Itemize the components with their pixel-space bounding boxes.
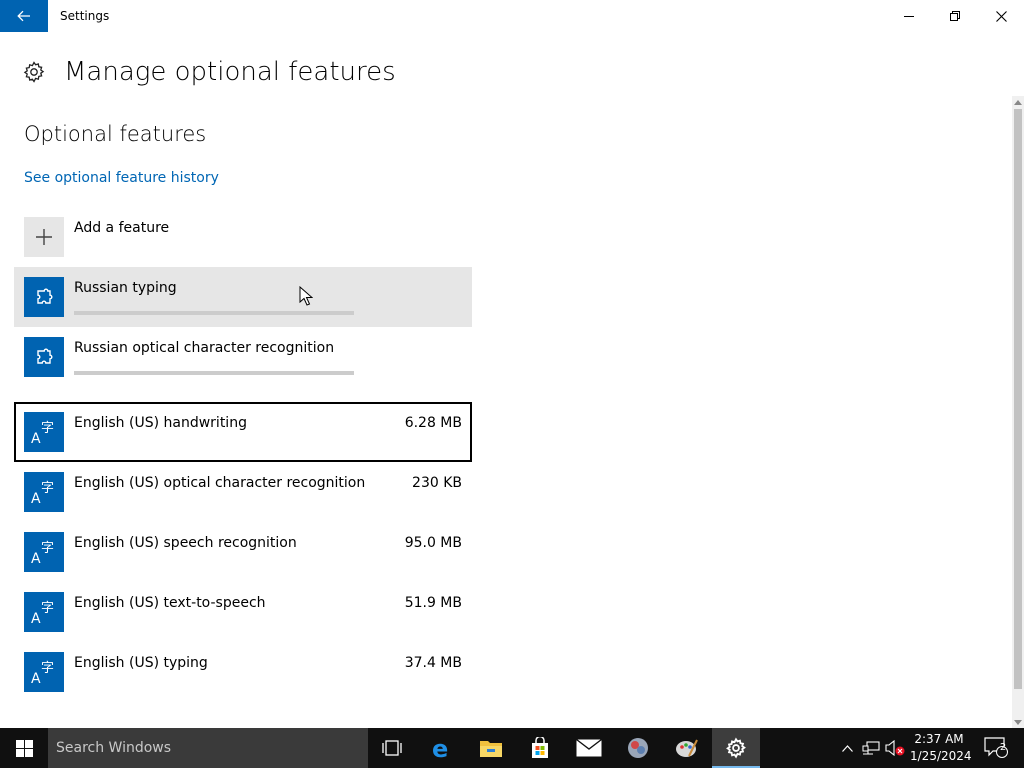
feature-history-link[interactable]: See optional feature history xyxy=(24,168,219,188)
puzzle-icon xyxy=(24,337,64,377)
title-bar: Settings xyxy=(0,0,1024,32)
gear-icon xyxy=(23,61,45,83)
feature-name: English (US) handwriting xyxy=(74,415,247,431)
install-progress-bar xyxy=(74,371,354,375)
feature-size: 230 KB xyxy=(412,475,462,491)
scroll-down-arrow-icon[interactable] xyxy=(1012,716,1024,728)
windows-logo-icon xyxy=(15,739,33,757)
add-feature-button[interactable]: Add a feature xyxy=(14,207,472,267)
file-explorer-icon xyxy=(480,741,502,757)
svg-text:字: 字 xyxy=(41,421,54,436)
feature-english-typing[interactable]: A字 English (US) typing 37.4 MB xyxy=(14,642,472,702)
puzzle-icon xyxy=(24,277,64,317)
close-icon xyxy=(995,10,1007,22)
feature-russian-typing[interactable]: Russian typing xyxy=(14,267,472,327)
svg-text:字: 字 xyxy=(41,481,54,496)
file-explorer-button[interactable] xyxy=(467,728,515,768)
network-icon xyxy=(862,741,880,755)
action-center-button[interactable]: 2 xyxy=(976,728,1016,768)
paint-icon xyxy=(676,739,698,757)
plus-icon xyxy=(24,217,64,257)
feature-russian-ocr[interactable]: Russian optical character recognition xyxy=(14,327,472,387)
feature-size: 37.4 MB xyxy=(404,655,462,671)
page-title: Manage optional features xyxy=(64,57,396,87)
feature-english-handwriting[interactable]: A字 English (US) handwriting 6.28 MB xyxy=(14,402,472,462)
mail-icon xyxy=(576,739,602,757)
feature-size: 6.28 MB xyxy=(404,415,462,431)
back-button[interactable] xyxy=(0,0,48,32)
section-title: Optional features xyxy=(24,122,207,146)
feature-size: 95.0 MB xyxy=(404,535,462,551)
install-progress-bar xyxy=(74,311,354,315)
minimize-button[interactable] xyxy=(886,0,932,32)
restore-icon xyxy=(950,11,960,21)
feature-english-speech[interactable]: A字 English (US) speech recognition 95.0 … xyxy=(14,522,472,582)
volume-button[interactable] xyxy=(884,728,906,768)
edge-icon: e xyxy=(432,736,448,760)
language-icon: A字 xyxy=(24,472,64,512)
back-arrow-icon xyxy=(17,10,30,22)
store-icon xyxy=(532,737,548,758)
svg-text:A: A xyxy=(31,611,41,626)
start-button[interactable] xyxy=(0,728,48,768)
language-icon: A字 xyxy=(24,412,64,452)
svg-text:字: 字 xyxy=(41,541,54,556)
edge-button[interactable]: e xyxy=(418,728,466,768)
svg-text:A: A xyxy=(31,671,41,686)
store-button[interactable] xyxy=(516,728,564,768)
app-icon xyxy=(628,738,648,758)
feature-name: Russian optical character recognition xyxy=(74,340,335,356)
clock-time: 2:37 AM xyxy=(914,732,964,746)
paint-button[interactable] xyxy=(663,728,711,768)
clock[interactable]: 2:37 AM 1/25/2024 xyxy=(910,728,972,768)
settings-taskbar-button[interactable] xyxy=(712,728,760,768)
task-view-button[interactable] xyxy=(368,728,416,768)
feature-english-ocr[interactable]: A字 English (US) optical character recogn… xyxy=(14,462,472,522)
scroll-up-arrow-icon[interactable] xyxy=(1012,96,1024,108)
restore-button[interactable] xyxy=(932,0,978,32)
add-feature-label: Add a feature xyxy=(74,220,170,236)
feature-size: 51.9 MB xyxy=(404,595,462,611)
feature-name: English (US) typing xyxy=(74,655,208,671)
language-icon: A字 xyxy=(24,652,64,692)
svg-text:字: 字 xyxy=(41,661,54,676)
svg-text:e: e xyxy=(432,736,448,760)
app-button[interactable] xyxy=(614,728,662,768)
chevron-up-icon xyxy=(841,744,853,752)
minimize-icon xyxy=(904,16,914,17)
network-button[interactable] xyxy=(860,728,882,768)
feature-name: English (US) text-to-speech xyxy=(74,595,266,611)
window-title: Settings xyxy=(60,9,110,23)
language-icon: A字 xyxy=(24,592,64,632)
mouse-cursor-icon xyxy=(299,286,313,306)
close-button[interactable] xyxy=(978,0,1024,32)
notification-count-badge: 2 xyxy=(999,742,1007,753)
taskbar: Search Windows e 2:37 AM 1/25/2024 2 xyxy=(0,728,1024,768)
svg-text:A: A xyxy=(31,431,41,446)
feature-name: English (US) optical character recogniti… xyxy=(74,475,366,491)
feature-name: Russian typing xyxy=(74,280,177,296)
clock-date: 1/25/2024 xyxy=(910,749,972,763)
task-view-icon xyxy=(382,740,402,756)
language-icon: A字 xyxy=(24,532,64,572)
volume-muted-icon xyxy=(885,740,905,756)
scroll-thumb[interactable] xyxy=(1014,109,1022,689)
mail-button[interactable] xyxy=(565,728,613,768)
feature-english-tts[interactable]: A字 English (US) text-to-speech 51.9 MB xyxy=(14,582,472,642)
settings-icon xyxy=(726,737,746,759)
svg-text:A: A xyxy=(31,551,41,566)
svg-text:A: A xyxy=(31,491,41,506)
search-box[interactable]: Search Windows xyxy=(48,728,368,768)
svg-text:字: 字 xyxy=(41,601,54,616)
show-hidden-icons-button[interactable] xyxy=(838,728,856,768)
search-placeholder: Search Windows xyxy=(56,740,172,756)
feature-name: English (US) speech recognition xyxy=(74,535,297,551)
